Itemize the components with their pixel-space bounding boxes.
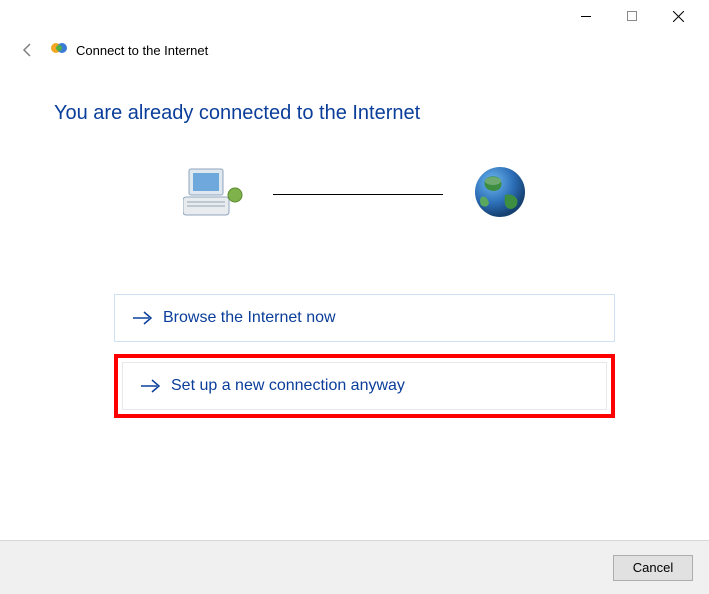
annotation-highlight: Set up a new connection anyway bbox=[114, 354, 615, 418]
connection-line bbox=[273, 194, 443, 195]
arrow-right-icon bbox=[141, 379, 161, 393]
footer: Cancel bbox=[0, 540, 709, 594]
window-title: Connect to the Internet bbox=[76, 43, 208, 58]
minimize-button[interactable] bbox=[563, 0, 609, 32]
content-area: You are already connected to the Interne… bbox=[0, 68, 709, 418]
button-label: Cancel bbox=[633, 560, 673, 575]
option-label: Set up a new connection anyway bbox=[171, 377, 405, 395]
cancel-button[interactable]: Cancel bbox=[613, 555, 693, 581]
back-button[interactable] bbox=[16, 38, 40, 62]
close-button[interactable] bbox=[655, 0, 701, 32]
options-list: Browse the Internet now Set up a new con… bbox=[114, 294, 615, 418]
wizard-header: Connect to the Internet bbox=[0, 32, 709, 68]
browse-internet-option[interactable]: Browse the Internet now bbox=[114, 294, 615, 342]
computer-icon bbox=[183, 165, 243, 224]
connection-illustration bbox=[54, 165, 655, 224]
maximize-button[interactable] bbox=[609, 0, 655, 32]
titlebar bbox=[0, 0, 709, 32]
globe-icon bbox=[473, 165, 527, 224]
option-label: Browse the Internet now bbox=[163, 309, 336, 327]
arrow-right-icon bbox=[133, 311, 153, 325]
network-icon bbox=[50, 39, 68, 62]
page-heading: You are already connected to the Interne… bbox=[54, 102, 655, 125]
new-connection-option[interactable]: Set up a new connection anyway bbox=[122, 362, 607, 410]
title-wrap: Connect to the Internet bbox=[50, 39, 208, 62]
